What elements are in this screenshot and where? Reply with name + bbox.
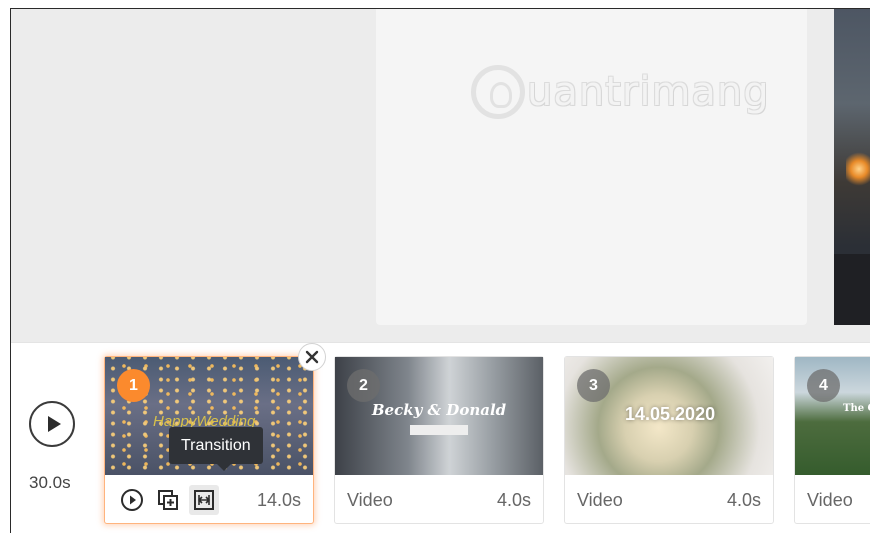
clip-4[interactable]: The O Sar 4 Video	[794, 356, 870, 524]
play-all-button[interactable]	[29, 401, 75, 447]
clip-type: Video	[347, 489, 393, 510]
clip-number-badge: 3	[577, 369, 610, 402]
clip-type: Video	[807, 489, 853, 510]
clip-type: Video	[577, 489, 623, 510]
clip-number-badge: 4	[807, 369, 840, 402]
thumbnail-text: The O Sar	[843, 403, 870, 414]
thumbnail-text: Becky & Donald	[371, 401, 507, 419]
clip-duration: 14.0s	[256, 489, 301, 510]
play-circle-icon[interactable]	[117, 485, 147, 515]
clip-duration: 4.0s	[496, 489, 531, 510]
preview-area: uantrimang	[11, 9, 870, 342]
total-duration: 30.0s	[29, 473, 71, 492]
watermark: uantrimang	[471, 57, 791, 127]
clip-duration: 4.0s	[726, 489, 761, 510]
close-icon	[305, 350, 319, 364]
play-icon	[47, 416, 61, 432]
transition-tooltip: Transition	[169, 427, 263, 471]
clip-controls	[117, 485, 219, 515]
watermark-text: uantrimang	[527, 69, 770, 115]
preview-dark-band	[834, 254, 870, 325]
lightbulb-icon	[471, 65, 525, 119]
remove-clip-button[interactable]	[298, 343, 326, 371]
next-slide-preview[interactable]	[834, 9, 870, 325]
clip-footer: Video	[795, 475, 870, 525]
preview-highlight	[846, 149, 870, 189]
preview-canvas[interactable]: uantrimang	[376, 9, 807, 325]
transition-icon[interactable]	[189, 485, 219, 515]
clip-footer: Video 4.0s	[565, 475, 773, 525]
clip-footer: 14.0s	[105, 475, 313, 525]
thumbnail-tag	[410, 425, 468, 435]
clip-2[interactable]: Becky & Donald 2 Video 4.0s	[334, 356, 544, 524]
clip-3[interactable]: 14.05.2020 3 Video 4.0s	[564, 356, 774, 524]
clip-thumbnail[interactable]: Becky & Donald 2	[335, 357, 543, 475]
thumbnail-text: 14.05.2020	[625, 404, 716, 424]
clip-thumbnail[interactable]: 14.05.2020 3	[565, 357, 773, 475]
timeline: 30.0s HappyWedding 1 14.0s Transition Be…	[11, 342, 870, 533]
clip-thumbnail[interactable]: The O Sar 4	[795, 357, 870, 475]
clip-number-badge: 2	[347, 369, 380, 402]
clip-number-badge: 1	[117, 369, 150, 402]
clip-footer: Video 4.0s	[335, 475, 543, 525]
editor-window: uantrimang 30.0s HappyWedding 1 14.0s Tr…	[10, 8, 870, 533]
duplicate-icon[interactable]	[153, 485, 183, 515]
